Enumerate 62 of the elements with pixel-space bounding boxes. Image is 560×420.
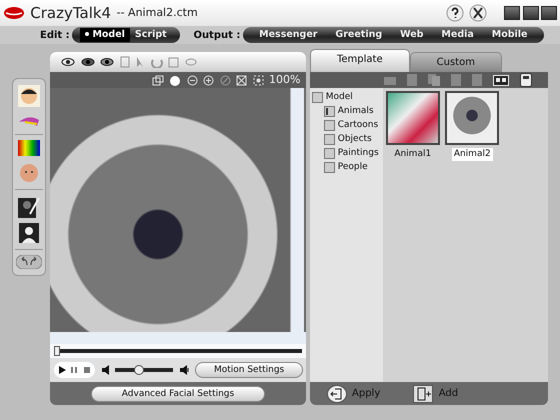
mode-tab[interactable]: Model [80,28,130,42]
silhouette-icon[interactable] [19,223,39,243]
thumbnail-label: Animal1 [393,148,432,160]
fullscreen-icon[interactable] [236,74,248,86]
tree-item[interactable]: Cartoons [338,119,378,132]
face-icon[interactable] [18,84,40,106]
silhouette-brush-icon[interactable] [18,196,40,218]
output-tab[interactable]: Mobile [486,28,532,42]
edit-label: Edit : [40,28,70,42]
speaker-icon[interactable] [101,365,110,375]
help-icon[interactable] [446,4,464,22]
center-icon[interactable] [252,74,264,86]
add-document-icon[interactable] [413,384,434,402]
play-icon[interactable] [56,365,66,375]
zoom-out-icon[interactable] [186,74,198,86]
motion-settings-button[interactable]: Motion Settings [194,362,304,378]
speaker-icon[interactable] [178,365,190,375]
photo-placeholder[interactable] [445,90,500,145]
undo-redo-icon[interactable] [16,255,42,269]
minimize-button[interactable] [504,6,520,20]
tree-item[interactable]: Paintings [338,147,379,160]
photo-placeholder[interactable] [386,90,440,145]
tree-root-icon [312,92,323,104]
fit-icon[interactable] [152,74,164,86]
vertical-scrollbar[interactable] [290,88,304,332]
output-tab[interactable]: Web [395,28,428,42]
thumbnail-label: Animal2 [452,148,493,161]
library-tab[interactable]: Template [310,49,410,72]
zoom-level: 100% [269,72,300,88]
maximize-button[interactable] [522,6,538,20]
output-tab[interactable]: Messenger [254,28,322,42]
eye-icon[interactable] [80,57,94,67]
tree-item[interactable]: People [338,161,368,174]
tree-item[interactable]: Objects [338,133,372,146]
output-tab[interactable]: Greeting [330,28,388,42]
mode-tab[interactable]: Script [130,28,172,42]
pages-icon[interactable] [120,56,130,68]
tree-item[interactable]: Animals [338,105,374,118]
app-name: CrazyTalk4 [30,2,112,24]
zoom-in-icon[interactable] [203,74,214,86]
horizontal-scrollbar[interactable] [50,332,306,344]
timeline-track[interactable] [54,346,302,356]
library-tab[interactable]: Custom [410,52,502,72]
color-palette-icon[interactable] [18,140,40,156]
lips-logo-icon [2,6,25,20]
advanced-facial-settings-button[interactable]: Advanced Facial Settings [90,386,266,402]
output-label: Output : [193,28,240,42]
output-tab[interactable]: Media [436,28,479,42]
square-icon[interactable] [168,56,179,68]
timeline-thumb[interactable] [54,346,60,356]
volume-thumb[interactable] [134,365,144,375]
pointer-icon[interactable] [135,56,145,68]
stop-icon[interactable] [82,365,92,375]
tree-item[interactable]: Model [326,91,353,104]
calculator-icon[interactable] [520,73,532,87]
pause-icon[interactable] [69,365,80,375]
thumbnail-view-icon[interactable] [492,74,508,86]
close-button[interactable] [541,6,558,20]
eye-icon[interactable] [100,57,114,67]
window-title: -- Animal2.ctm [116,4,198,21]
eye-icon[interactable] [61,57,75,67]
apply-icon[interactable] [326,384,346,402]
